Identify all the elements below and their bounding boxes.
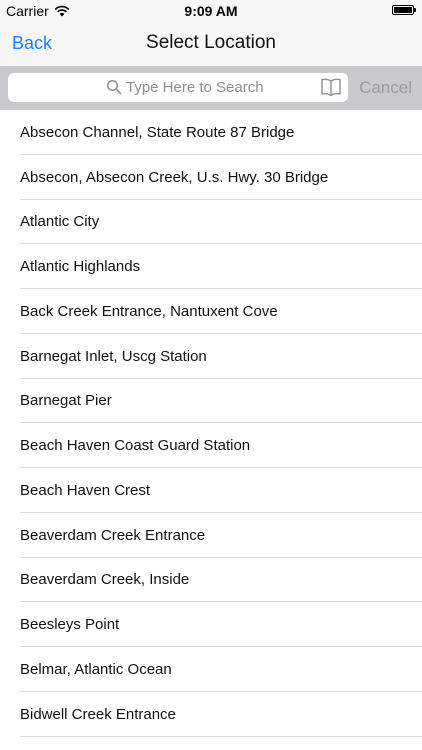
list-item[interactable]: Barnegat Inlet, Uscg Station bbox=[0, 334, 422, 379]
location-list: Absecon Channel, State Route 87 Bridge Ab… bbox=[0, 110, 422, 737]
list-item[interactable]: Beesleys Point bbox=[0, 602, 422, 647]
search-bar: Cancel bbox=[0, 66, 422, 110]
list-item[interactable]: Bidwell Creek Entrance bbox=[0, 692, 422, 737]
list-item[interactable]: Atlantic City bbox=[0, 200, 422, 245]
list-item[interactable]: Barnegat Pier bbox=[0, 379, 422, 424]
battery-tip bbox=[414, 8, 416, 12]
list-item[interactable]: Beach Haven Coast Guard Station bbox=[0, 423, 422, 468]
book-icon[interactable] bbox=[320, 77, 342, 97]
search-icon bbox=[106, 79, 122, 95]
battery-icon bbox=[392, 5, 416, 15]
list-item[interactable]: Beaverdam Creek, Inside bbox=[0, 558, 422, 603]
navigation-bar: Back Select Location bbox=[0, 22, 422, 66]
search-input[interactable] bbox=[126, 73, 316, 102]
list-item[interactable]: Absecon, Absecon Creek, U.s. Hwy. 30 Bri… bbox=[0, 155, 422, 200]
list-item[interactable]: Atlantic Highlands bbox=[0, 244, 422, 289]
list-item[interactable]: Back Creek Entrance, Nantuxent Cove bbox=[0, 289, 422, 334]
list-item[interactable]: Beach Haven Crest bbox=[0, 468, 422, 513]
list-item[interactable]: Belmar, Atlantic Ocean bbox=[0, 647, 422, 692]
battery-fill bbox=[394, 7, 412, 13]
status-time: 9:09 AM bbox=[184, 3, 238, 19]
page-title: Select Location bbox=[146, 32, 276, 53]
cancel-button[interactable]: Cancel bbox=[359, 78, 412, 98]
status-bar: Carrier 9:09 AM bbox=[0, 0, 422, 22]
search-field[interactable] bbox=[8, 73, 348, 102]
list-item[interactable]: Absecon Channel, State Route 87 Bridge bbox=[0, 110, 422, 155]
list-item[interactable]: Beaverdam Creek Entrance bbox=[0, 513, 422, 558]
